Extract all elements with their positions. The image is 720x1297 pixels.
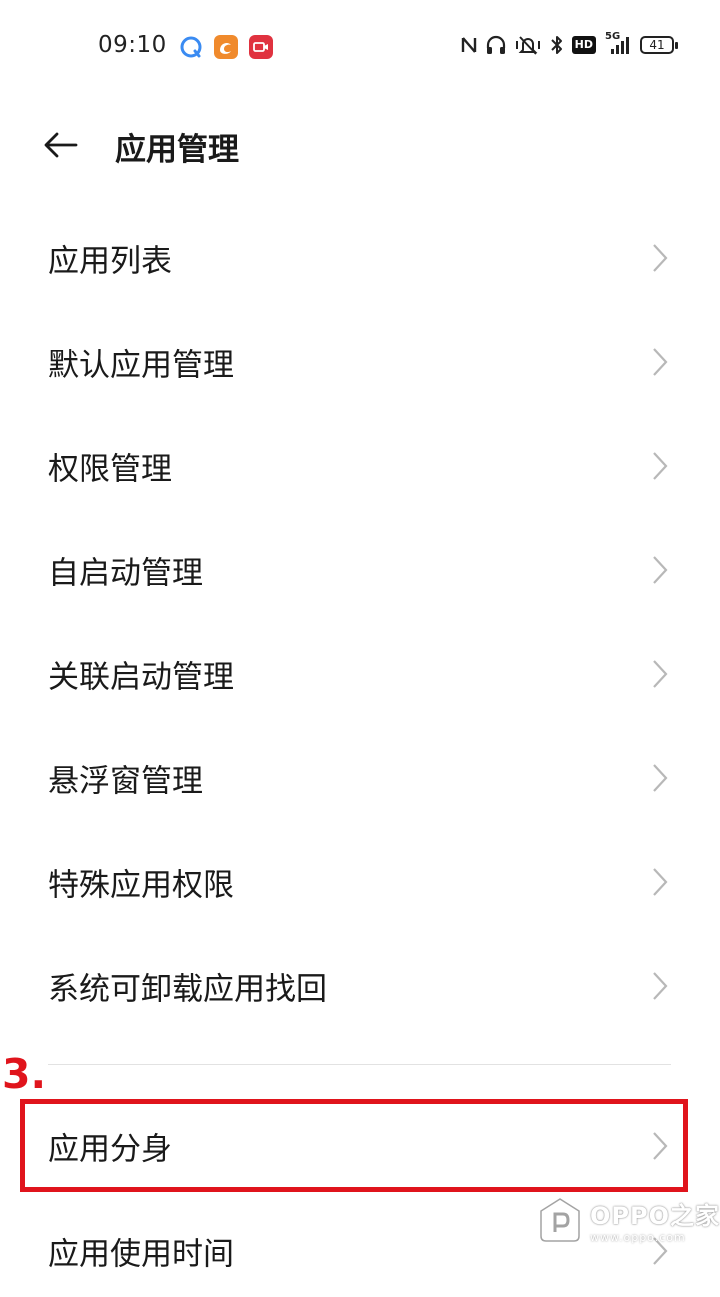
bluetooth-icon	[550, 36, 562, 54]
browser-icon	[179, 35, 203, 59]
menu-item-restore-system-apps[interactable]: 系统可卸载应用找回	[0, 934, 720, 1038]
menu-item-associated-start[interactable]: 关联启动管理	[0, 622, 720, 726]
back-button[interactable]	[38, 122, 84, 168]
menu-item-auto-start[interactable]: 自启动管理	[0, 518, 720, 622]
chevron-right-icon	[653, 452, 668, 480]
menu-item-default-apps[interactable]: 默认应用管理	[0, 310, 720, 414]
chevron-right-icon	[653, 972, 668, 1000]
chevron-right-icon	[653, 556, 668, 584]
section-divider	[48, 1064, 671, 1065]
menu-item-label: 权限管理	[48, 451, 172, 488]
menu-item-label: 默认应用管理	[48, 347, 234, 384]
menu-item-label: 应用分身	[48, 1131, 172, 1167]
page-title: 应用管理	[115, 132, 239, 168]
chevron-right-icon	[653, 764, 668, 792]
watermark: OPPO之家 www.oppo.com	[538, 1196, 720, 1244]
status-bar: 09:10 HD 5G 41	[0, 0, 720, 94]
menu-item-label: 悬浮窗管理	[48, 763, 203, 800]
menu-item-label: 自启动管理	[48, 555, 203, 592]
video-call-icon	[249, 35, 273, 59]
status-time: 09:10	[98, 32, 167, 58]
vibrate-icon	[515, 36, 540, 55]
step-annotation: 3.	[2, 1050, 47, 1098]
back-arrow-icon	[44, 132, 78, 158]
oppo-home-logo-icon	[540, 1198, 580, 1242]
settings-menu: 应用列表 默认应用管理 权限管理 自启动管理 关联启动管理 悬浮窗管理 特殊应用…	[0, 206, 720, 1038]
battery-icon: 41	[640, 36, 678, 54]
app-header: 应用管理	[0, 108, 720, 180]
chevron-right-icon	[653, 244, 668, 272]
menu-item-permissions[interactable]: 权限管理	[0, 414, 720, 518]
headphones-icon	[486, 35, 505, 54]
menu-item-label: 系统可卸载应用找回	[48, 971, 327, 1008]
menu-item-app-clone[interactable]: 应用分身	[0, 1099, 720, 1192]
menu-item-app-list[interactable]: 应用列表	[0, 206, 720, 310]
watermark-subtitle: www.oppo.com	[590, 1231, 686, 1244]
hd-badge: HD	[571, 36, 596, 54]
signal-5g-icon: 5G	[603, 31, 633, 56]
menu-item-label: 应用列表	[48, 243, 172, 280]
chevron-right-icon	[653, 348, 668, 376]
uc-browser-icon	[214, 35, 238, 59]
menu-item-label: 应用使用时间	[48, 1236, 234, 1272]
menu-item-floating-window[interactable]: 悬浮窗管理	[0, 726, 720, 830]
chevron-right-icon	[653, 1131, 668, 1160]
nfc-icon	[461, 37, 476, 53]
chevron-right-icon	[653, 660, 668, 688]
status-icons: HD 5G 41	[460, 31, 678, 56]
menu-item-label: 关联启动管理	[48, 659, 234, 696]
menu-item-label: 特殊应用权限	[48, 867, 234, 904]
chevron-right-icon	[653, 868, 668, 896]
menu-item-special-permissions[interactable]: 特殊应用权限	[0, 830, 720, 934]
watermark-title: OPPO之家	[590, 1202, 720, 1230]
